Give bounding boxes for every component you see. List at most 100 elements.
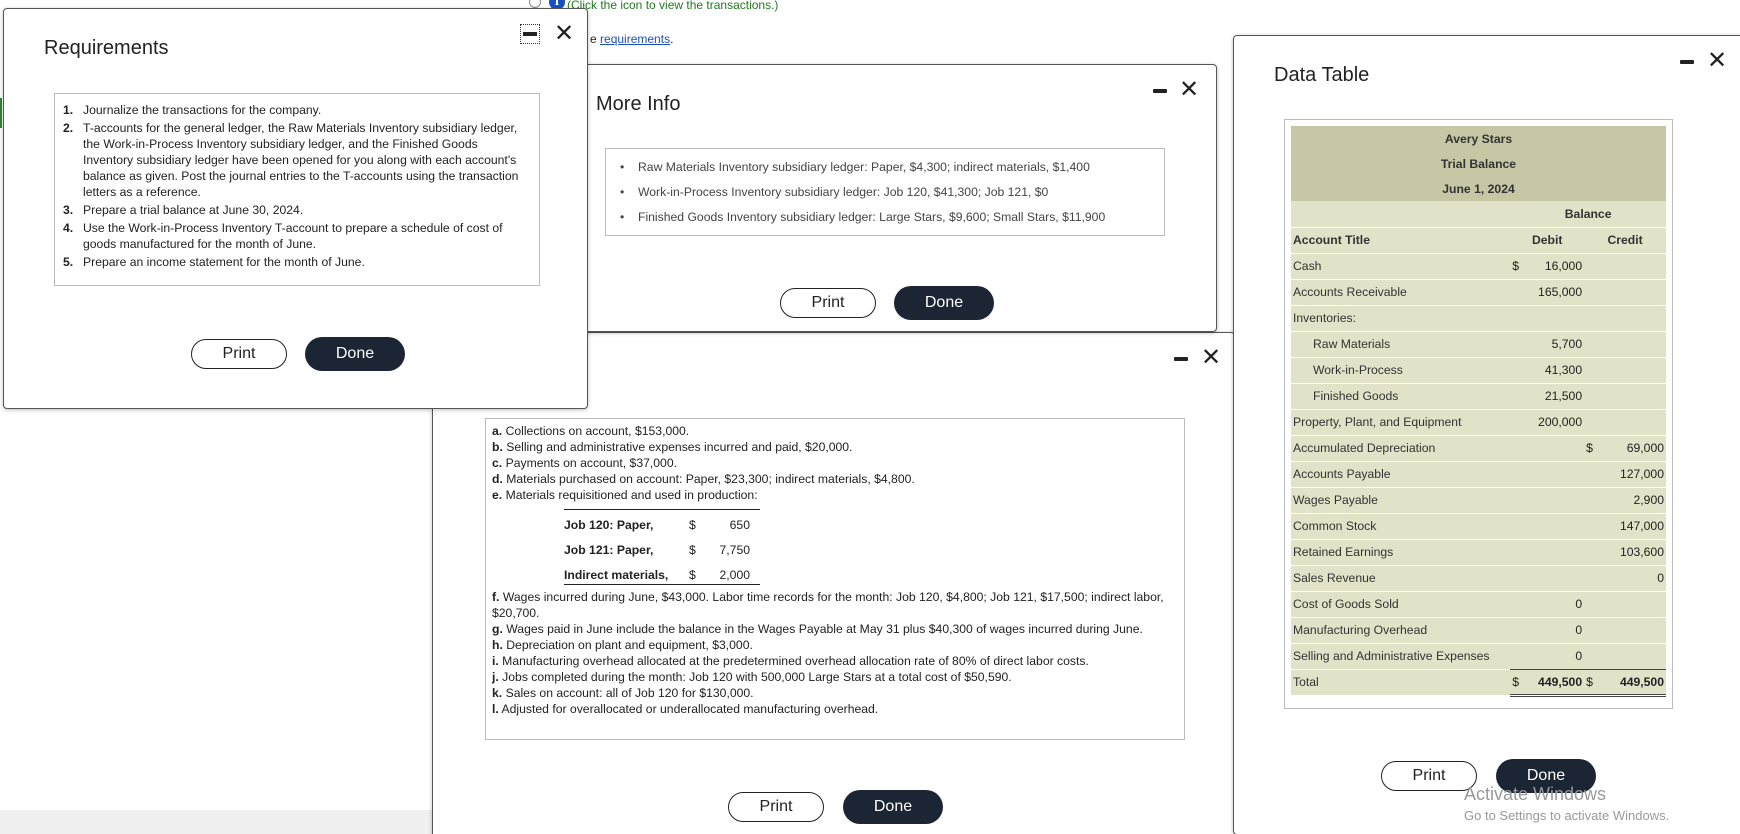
debit-currency <box>1510 383 1523 410</box>
transaction-text: Adjusted for overallocated or underalloc… <box>501 702 879 716</box>
debit-currency <box>1510 591 1523 618</box>
debit-header: Debit <box>1510 227 1585 254</box>
credit-currency <box>1584 539 1597 566</box>
list-item: Work-in-Process Inventory subsidiary led… <box>616 180 1154 205</box>
company-name: Avery Stars <box>1291 126 1666 151</box>
transactions-bottom: f. Wages incurred during June, $43,000. … <box>492 589 1178 717</box>
debit-amount <box>1522 513 1585 540</box>
debit-amount <box>1522 487 1585 514</box>
credit-amount <box>1596 305 1666 332</box>
credit-currency: $ <box>1584 435 1597 462</box>
close-icon[interactable]: ✕ <box>1707 48 1727 72</box>
debit-currency <box>1510 539 1523 566</box>
screen-root: i (Click the icon to view the transactio… <box>0 0 1740 834</box>
transaction-text: Depreciation on plant and equipment, $3,… <box>506 638 753 652</box>
requirements-list: 1. Journalize the transactions for the co… <box>54 93 540 286</box>
trial-balance-container: Avery Stars Trial Balance June 1, 2024 B… <box>1284 119 1673 709</box>
transaction-line: h. Depreciation on plant and equipment, … <box>492 637 1178 653</box>
minimize-icon[interactable] <box>1680 60 1694 64</box>
print-button[interactable]: Print <box>728 792 824 822</box>
total-credit: 449,500 <box>1596 669 1666 697</box>
transaction-letter: b. <box>492 440 503 454</box>
credit-amount <box>1596 331 1666 358</box>
print-button[interactable]: Print <box>780 288 876 318</box>
requirements-link[interactable]: requirements <box>600 32 670 46</box>
debit-amount: 165,000 <box>1522 279 1585 306</box>
done-button[interactable]: Done <box>894 286 994 320</box>
minimize-icon[interactable] <box>1174 357 1188 361</box>
transaction-letter: a. <box>492 424 503 438</box>
table-row: Sales Revenue 0 <box>1291 565 1666 592</box>
account-title: Property, Plant, and Equipment <box>1291 409 1511 436</box>
credit-currency <box>1584 617 1597 644</box>
account-title: Sales Revenue <box>1291 565 1511 592</box>
done-button[interactable]: Done <box>843 790 943 824</box>
transaction-line: l. Adjusted for overallocated or underal… <box>492 701 1178 717</box>
debit-currency <box>1510 409 1523 436</box>
credit-amount <box>1596 617 1666 644</box>
requirement-number: 2. <box>63 121 74 135</box>
requirements-suffix: . <box>670 32 674 46</box>
requirement-number: 5. <box>63 255 74 269</box>
close-icon[interactable]: ✕ <box>1201 345 1221 369</box>
credit-amount <box>1596 253 1666 280</box>
credit-currency: $ <box>1584 669 1597 697</box>
debit-currency <box>1510 487 1523 514</box>
dialog-title: Data Table <box>1274 64 1370 86</box>
transaction-letter: f. <box>492 590 500 604</box>
transaction-letter: e. <box>492 488 503 502</box>
debit-amount <box>1522 539 1585 566</box>
report-name: Trial Balance <box>1291 151 1666 176</box>
balance-header: Balance <box>1510 201 1666 228</box>
minimize-icon[interactable] <box>1153 89 1167 93</box>
debit-currency <box>1510 357 1523 384</box>
transaction-line: g. Wages paid in June include the balanc… <box>492 621 1178 637</box>
account-title: Retained Earnings <box>1291 539 1511 566</box>
print-button[interactable]: Print <box>1381 761 1477 791</box>
credit-currency <box>1584 331 1597 358</box>
account-title: Common Stock <box>1291 513 1511 540</box>
close-icon[interactable]: ✕ <box>1179 77 1199 101</box>
credit-currency <box>1584 253 1597 280</box>
transaction-text: Payments on account, $37,000. <box>505 456 677 470</box>
debit-amount <box>1522 461 1585 488</box>
credit-header: Credit <box>1584 227 1666 254</box>
minimize-icon[interactable] <box>520 24 540 44</box>
radio-button[interactable] <box>529 0 541 8</box>
print-button[interactable]: Print <box>191 339 287 369</box>
data-table-dialog: Data Table ✕ Avery Stars Trial Balance J… <box>1233 35 1740 834</box>
currency-symbol: $ <box>689 543 696 557</box>
transactions-list: a. Collections on account, $153,000. b. S… <box>485 418 1185 740</box>
done-button[interactable]: Done <box>305 337 405 371</box>
debit-amount: 21,500 <box>1522 383 1585 410</box>
transaction-letter: c. <box>492 456 503 470</box>
materials-subtable: Job 120: Paper, $650 Job 121: Paper, $7,750… <box>564 509 760 585</box>
transaction-text: Collections on account, $153,000. <box>505 424 690 438</box>
table-row: Wages Payable 2,900 <box>1291 487 1666 514</box>
transaction-line: k. Sales on account: all of Job 120 for … <box>492 685 1178 701</box>
requirement-text: T-accounts for the general ledger, the R… <box>83 121 519 199</box>
account-title: Cost of Goods Sold <box>1291 591 1511 618</box>
transaction-text: Jobs completed during the month: Job 120… <box>502 670 1012 684</box>
transaction-letter: i. <box>492 654 499 668</box>
trial-balance-table: Avery Stars Trial Balance June 1, 2024 B… <box>1291 126 1666 697</box>
debit-amount <box>1522 565 1585 592</box>
table-row: Inventories: <box>1291 305 1666 332</box>
more-info-dialog: More Info ✕ Raw Materials Inventory subs… <box>580 64 1217 332</box>
transaction-line: d. Materials purchased on account: Paper… <box>492 471 1178 487</box>
table-row: Manufacturing Overhead 0 <box>1291 617 1666 644</box>
debit-amount: 5,700 <box>1522 331 1585 358</box>
requirement-item: 4. Use the Work-in-Process Inventory T-ac… <box>63 220 531 252</box>
transaction-letter: h. <box>492 638 503 652</box>
credit-amount <box>1596 383 1666 410</box>
list-item: Raw Materials Inventory subsidiary ledge… <box>616 155 1154 180</box>
material-label: Job 120: Paper, <box>564 518 654 532</box>
debit-currency <box>1510 565 1523 592</box>
table-row: Cash $16,000 <box>1291 253 1666 280</box>
material-label: Indirect materials, <box>564 568 669 582</box>
debit-amount: 16,000 <box>1522 253 1585 280</box>
activation-watermark-subtitle: Go to Settings to activate Windows. <box>1464 808 1670 823</box>
table-row: Accounts Payable 127,000 <box>1291 461 1666 488</box>
close-icon[interactable]: ✕ <box>554 21 574 45</box>
left-edge-marker <box>0 98 2 128</box>
